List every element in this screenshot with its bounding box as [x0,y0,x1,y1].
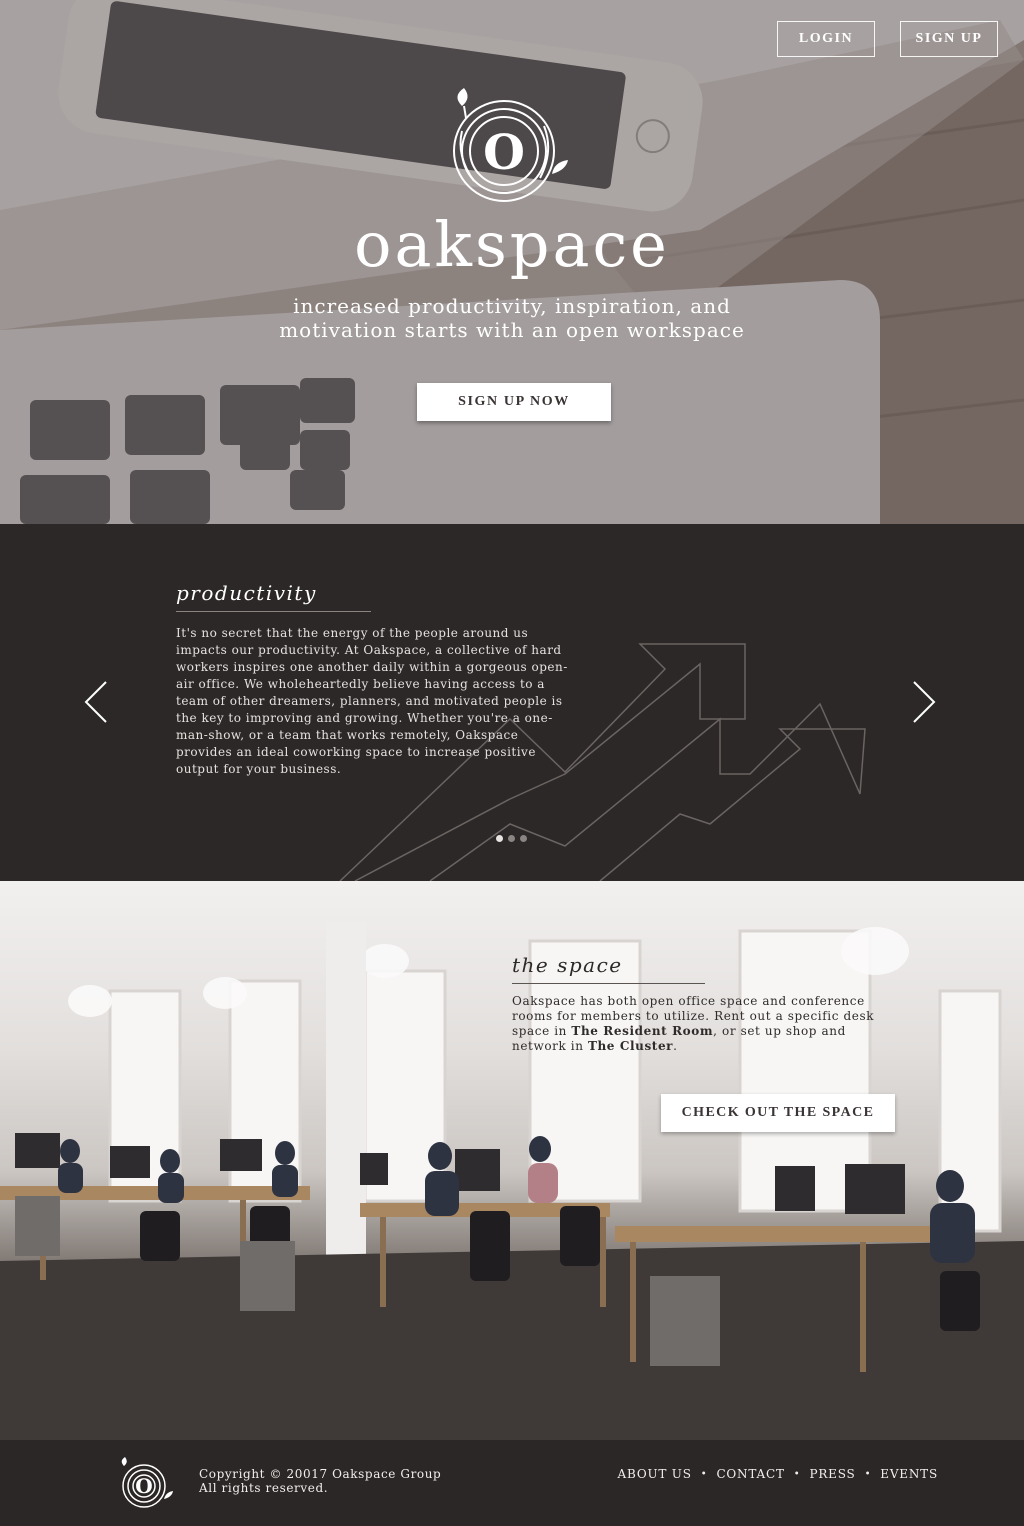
productivity-title: productivity [176,581,317,605]
tagline-line-1: increased productivity, inspiration, and [293,294,731,318]
space-title: the space [512,953,623,977]
footer-nav: ABOUT US • CONTACT • PRESS • EVENTS [618,1467,938,1481]
space-divider [512,983,705,984]
productivity-divider [176,611,371,612]
space-body: Oakspace has both open office space and … [512,994,892,1054]
footer-link-about-us[interactable]: ABOUT US [618,1467,692,1481]
oak-ring-logo-icon: O [453,88,568,202]
cluster-label: The Cluster [587,1039,674,1053]
slider-dot-2[interactable] [508,835,515,842]
oak-ring-logo-icon[interactable]: O [116,1455,176,1509]
copyright-line-1: Copyright © 20017 Oakspace Group [199,1467,442,1481]
copyright-line-2: All rights reserved. [199,1481,329,1495]
slider-dot-1[interactable] [496,835,503,842]
svg-text:O: O [483,125,525,181]
footer: O Copyright © 20017 Oakspace Group All r… [0,1440,1024,1526]
productivity-slider: productivity It's no secret that the ene… [0,524,1024,881]
slider-dots [496,835,527,842]
footer-separator: • [700,1468,708,1480]
resident-room-label: The Resident Room [571,1024,714,1038]
tagline-line-2: motivation starts with an open workspace [279,318,745,342]
hero-section: LOGIN SIGN UP O oakspace increased produ… [0,0,1024,524]
login-button[interactable]: LOGIN [777,21,875,57]
signup-now-button[interactable]: SIGN UP NOW [417,383,611,421]
chevron-right-icon[interactable] [910,678,940,726]
footer-separator: • [793,1468,801,1480]
the-space-section: the space Oakspace has both open office … [0,881,1024,1440]
footer-link-events[interactable]: EVENTS [880,1467,938,1481]
productivity-body: It's no secret that the energy of the pe… [176,626,568,776]
footer-link-press[interactable]: PRESS [809,1467,855,1481]
chevron-left-icon[interactable] [80,678,110,726]
footer-separator: • [864,1468,872,1480]
space-body-text-3: . [673,1039,678,1053]
brand-name: oakspace [354,208,670,281]
copyright: Copyright © 20017 Oakspace Group All rig… [199,1467,441,1495]
check-out-space-button[interactable]: CHECK OUT THE SPACE [661,1094,895,1132]
footer-link-contact[interactable]: CONTACT [716,1467,784,1481]
signup-button[interactable]: SIGN UP [900,21,998,57]
svg-text:O: O [135,1474,152,1498]
slider-dot-3[interactable] [520,835,527,842]
hero-tagline: increased productivity, inspiration, and… [0,294,1024,342]
